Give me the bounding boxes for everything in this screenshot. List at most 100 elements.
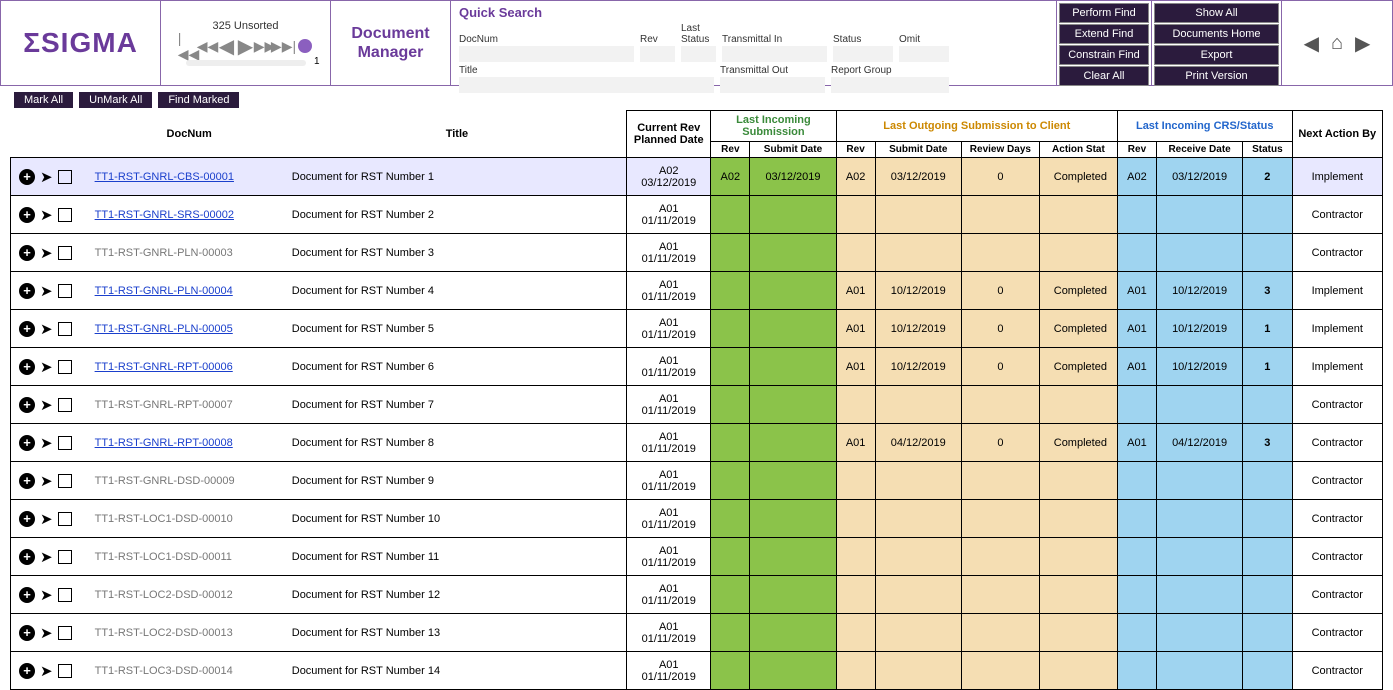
- row-checkbox[interactable]: [58, 360, 72, 374]
- crs-rev: [1117, 386, 1156, 424]
- doc-title: Document for RST Number 6: [288, 348, 627, 386]
- row-checkbox[interactable]: [58, 170, 72, 184]
- docnum-link[interactable]: TT1-RST-GNRL-PLN-00005: [95, 323, 233, 335]
- btn-find-marked[interactable]: Find Marked: [158, 92, 239, 108]
- btn-clear-all[interactable]: Clear All: [1059, 66, 1149, 86]
- docnum-link[interactable]: TT1-RST-GNRL-PLN-00004: [95, 285, 233, 297]
- first-icon[interactable]: |◀◀: [180, 34, 198, 58]
- row-checkbox[interactable]: [58, 474, 72, 488]
- btn-extend-find[interactable]: Extend Find: [1059, 24, 1149, 44]
- search-title[interactable]: [459, 77, 714, 93]
- pin-icon[interactable]: ➤: [40, 434, 53, 452]
- row-checkbox[interactable]: [58, 588, 72, 602]
- expand-icon[interactable]: +: [19, 283, 35, 299]
- record-dot-icon[interactable]: [298, 39, 312, 53]
- out-date: [875, 462, 961, 500]
- docnum-link[interactable]: TT1-RST-GNRL-SRS-00002: [95, 209, 234, 221]
- docnum-link[interactable]: TT1-RST-GNRL-RPT-00008: [95, 437, 233, 449]
- docnum-link: TT1-RST-LOC1-DSD-00011: [95, 551, 232, 563]
- pin-icon[interactable]: ➤: [40, 282, 53, 300]
- hdr-in-submit: Submit Date: [750, 142, 836, 158]
- hdr-crs-receive: Receive Date: [1156, 142, 1242, 158]
- docnum-link[interactable]: TT1-RST-GNRL-CBS-00001: [95, 171, 234, 183]
- expand-icon[interactable]: +: [19, 245, 35, 261]
- row-checkbox[interactable]: [58, 550, 72, 564]
- btn-export[interactable]: Export: [1154, 45, 1279, 65]
- pin-icon[interactable]: ➤: [40, 244, 53, 262]
- row-checkbox[interactable]: [58, 512, 72, 526]
- pin-icon[interactable]: ➤: [40, 510, 53, 528]
- out-date: 10/12/2019: [875, 272, 961, 310]
- record-slider[interactable]: 1: [186, 60, 306, 66]
- row-checkbox[interactable]: [58, 664, 72, 678]
- nav-prev-icon[interactable]: ◀: [1304, 31, 1319, 56]
- search-rgroup[interactable]: [831, 77, 949, 93]
- expand-icon[interactable]: +: [19, 359, 35, 375]
- expand-icon[interactable]: +: [19, 169, 35, 185]
- btn-perform-find[interactable]: Perform Find: [1059, 3, 1149, 23]
- pin-icon[interactable]: ➤: [40, 624, 53, 642]
- pin-icon[interactable]: ➤: [40, 662, 53, 680]
- crs-rev: [1117, 234, 1156, 272]
- pin-icon[interactable]: ➤: [40, 586, 53, 604]
- search-rev[interactable]: [640, 46, 675, 62]
- expand-icon[interactable]: +: [19, 511, 35, 527]
- row-checkbox[interactable]: [58, 436, 72, 450]
- btn-unmark-all[interactable]: UnMark All: [79, 92, 152, 108]
- docnum-link[interactable]: TT1-RST-GNRL-RPT-00006: [95, 361, 233, 373]
- expand-icon[interactable]: +: [19, 397, 35, 413]
- search-omit[interactable]: [899, 46, 949, 62]
- expand-icon[interactable]: +: [19, 549, 35, 565]
- pin-icon[interactable]: ➤: [40, 472, 53, 490]
- expand-icon[interactable]: +: [19, 625, 35, 641]
- pin-icon[interactable]: ➤: [40, 358, 53, 376]
- expand-icon[interactable]: +: [19, 321, 35, 337]
- expand-icon[interactable]: +: [19, 207, 35, 223]
- plan-cell: A0101/11/2019: [627, 462, 711, 500]
- pin-icon[interactable]: ➤: [40, 548, 53, 566]
- crs-date: [1156, 652, 1242, 690]
- last-icon[interactable]: ▶▶|: [275, 34, 293, 58]
- label-docnum: DocNum: [459, 34, 634, 45]
- next-icon[interactable]: ▶: [237, 34, 255, 58]
- pin-icon[interactable]: ➤: [40, 206, 53, 224]
- in-rev: [711, 196, 750, 234]
- crs-rev: [1117, 538, 1156, 576]
- search-tout[interactable]: [720, 77, 825, 93]
- btn-print-version[interactable]: Print Version: [1154, 66, 1279, 86]
- btn-mark-all[interactable]: Mark All: [14, 92, 73, 108]
- expand-icon[interactable]: +: [19, 435, 35, 451]
- pin-icon[interactable]: ➤: [40, 320, 53, 338]
- prev-icon[interactable]: ◀: [218, 34, 236, 58]
- crs-date: [1156, 538, 1242, 576]
- row-checkbox[interactable]: [58, 246, 72, 260]
- docnum-link: TT1-RST-LOC1-DSD-00010: [95, 513, 233, 525]
- search-docnum[interactable]: [459, 46, 634, 62]
- nav-home-icon[interactable]: ⌂: [1331, 32, 1343, 55]
- expand-icon[interactable]: +: [19, 473, 35, 489]
- expand-icon[interactable]: +: [19, 663, 35, 679]
- crs-rev: A01: [1117, 272, 1156, 310]
- row-checkbox[interactable]: [58, 626, 72, 640]
- btn-constrain-find[interactable]: Constrain Find: [1059, 45, 1149, 65]
- crs-rev: [1117, 614, 1156, 652]
- table-row: +➤TT1-RST-LOC2-DSD-00013Document for RST…: [11, 614, 1383, 652]
- row-checkbox[interactable]: [58, 284, 72, 298]
- row-checkbox[interactable]: [58, 322, 72, 336]
- nav-next-icon[interactable]: ▶: [1355, 31, 1370, 56]
- pin-icon[interactable]: ➤: [40, 396, 53, 414]
- prev-page-icon[interactable]: ◀◀: [199, 34, 217, 58]
- plan-cell: A0101/11/2019: [627, 196, 711, 234]
- in-date: [750, 310, 836, 348]
- search-laststatus[interactable]: [681, 46, 716, 62]
- row-checkbox[interactable]: [58, 398, 72, 412]
- expand-icon[interactable]: +: [19, 587, 35, 603]
- search-status[interactable]: [833, 46, 893, 62]
- out-stat: [1039, 576, 1117, 614]
- row-checkbox[interactable]: [58, 208, 72, 222]
- btn-show-all[interactable]: Show All: [1154, 3, 1279, 23]
- pin-icon[interactable]: ➤: [40, 168, 53, 186]
- search-tin[interactable]: [722, 46, 827, 62]
- btn-documents-home[interactable]: Documents Home: [1154, 24, 1279, 44]
- doc-title: Document for RST Number 7: [288, 386, 627, 424]
